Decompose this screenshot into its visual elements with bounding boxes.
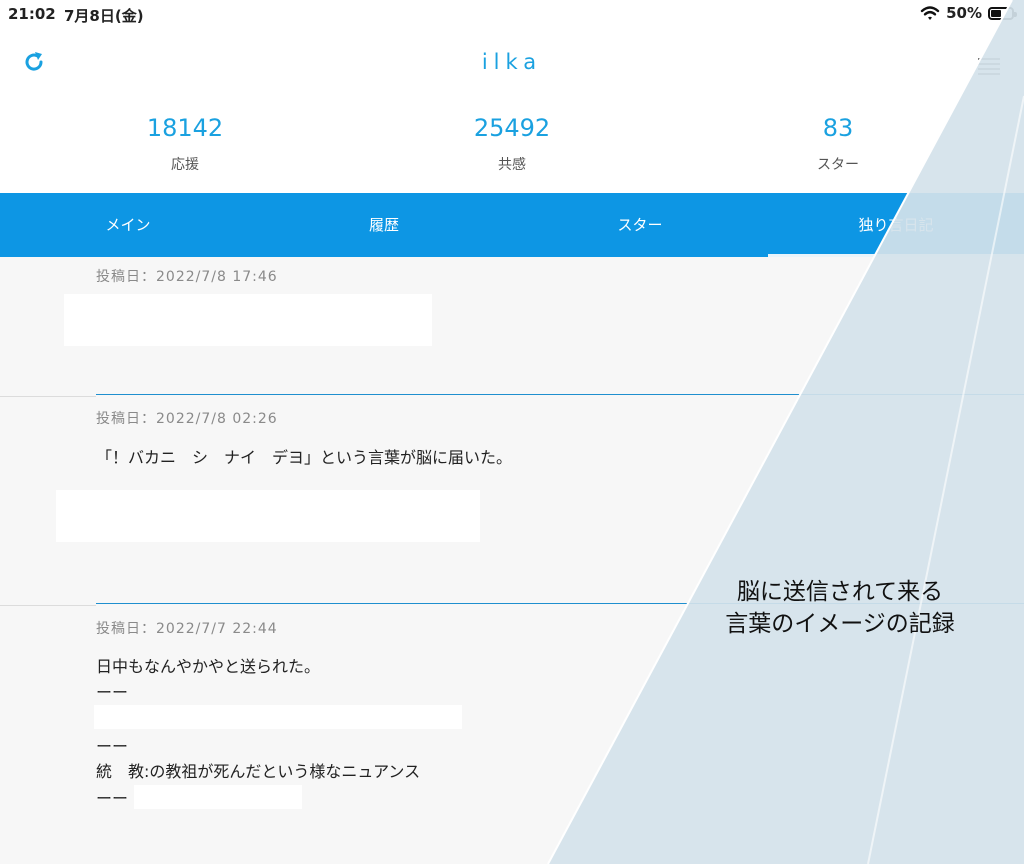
stat-support-label: 応援 bbox=[171, 157, 199, 173]
status-date: 7月8日(金) bbox=[64, 7, 144, 25]
stat-empathy-label: 共感 bbox=[498, 157, 526, 173]
tab-bar: メイン 履歴 スター 独り言日記 bbox=[0, 193, 1024, 257]
post-body-line: ーー bbox=[96, 737, 129, 756]
stat-support-value: 18142 bbox=[146, 114, 224, 142]
tab-monologue-diary[interactable]: 独り言日記 bbox=[768, 193, 1024, 257]
diary-post: 投稿日：2022/7/8 02:26 「！バカニ シ ナイ デヨ」という言葉が脳… bbox=[0, 398, 1024, 604]
redacted-block bbox=[134, 785, 302, 809]
status-bar: 21:02 7月8日(金) 50% bbox=[0, 0, 1024, 28]
diary-post: 投稿日：2022/7/8 17:46 bbox=[0, 258, 1024, 396]
redacted-block bbox=[64, 294, 432, 346]
app-header: ilka 18142 応援 25492 共感 83 スター bbox=[0, 28, 1024, 193]
app-title: ilka bbox=[481, 50, 543, 74]
overlay-caption: 脳に送信されて来る 言葉のイメージの記録 bbox=[700, 576, 980, 640]
overlay-caption-line1: 脳に送信されて来る bbox=[736, 579, 944, 605]
post-separator bbox=[96, 394, 1024, 395]
hamburger-menu-icon[interactable] bbox=[978, 58, 1000, 75]
battery-icon bbox=[988, 6, 1017, 20]
tab-history[interactable]: 履歴 bbox=[256, 193, 512, 257]
post-body-line: 「！バカニ シ ナイ デヨ」という言葉が脳に届いた。 bbox=[96, 448, 513, 467]
status-time: 21:02 bbox=[8, 5, 56, 23]
stat-empathy-value: 25492 bbox=[473, 114, 551, 142]
diary-post: 投稿日：2022/7/7 22:44 日中もなんやかやと送られた。 ーー ーー … bbox=[0, 607, 1024, 864]
post-body-line: ーー bbox=[96, 789, 129, 808]
status-right: 50% bbox=[920, 4, 1017, 22]
post-date: 投稿日：2022/7/8 02:26 bbox=[96, 411, 278, 427]
tab-main[interactable]: メイン bbox=[0, 193, 256, 257]
post-date: 投稿日：2022/7/7 22:44 bbox=[96, 621, 278, 637]
post-body-line: ーー bbox=[96, 683, 129, 702]
tab-star[interactable]: スター bbox=[512, 193, 768, 257]
post-body-line: 日中もなんやかやと送られた。 bbox=[96, 657, 321, 676]
post-body-line: 統 教:の教祖が死んだという様なニュアンス bbox=[96, 762, 421, 781]
wifi-icon bbox=[920, 6, 940, 20]
post-separator-light bbox=[0, 605, 96, 606]
post-date: 投稿日：2022/7/8 17:46 bbox=[96, 269, 278, 285]
redacted-block bbox=[94, 705, 462, 729]
redacted-block bbox=[56, 490, 480, 542]
stat-support[interactable]: 18142 応援 bbox=[65, 114, 305, 174]
stat-star-value: 83 bbox=[822, 114, 854, 142]
stat-empathy[interactable]: 25492 共感 bbox=[392, 114, 632, 174]
overlay-caption-line2: 言葉のイメージの記録 bbox=[725, 611, 955, 637]
stat-star[interactable]: 83 スター bbox=[718, 114, 958, 174]
post-separator-light bbox=[0, 396, 96, 397]
battery-percent: 50% bbox=[946, 4, 982, 22]
stat-star-label: スター bbox=[817, 157, 859, 173]
